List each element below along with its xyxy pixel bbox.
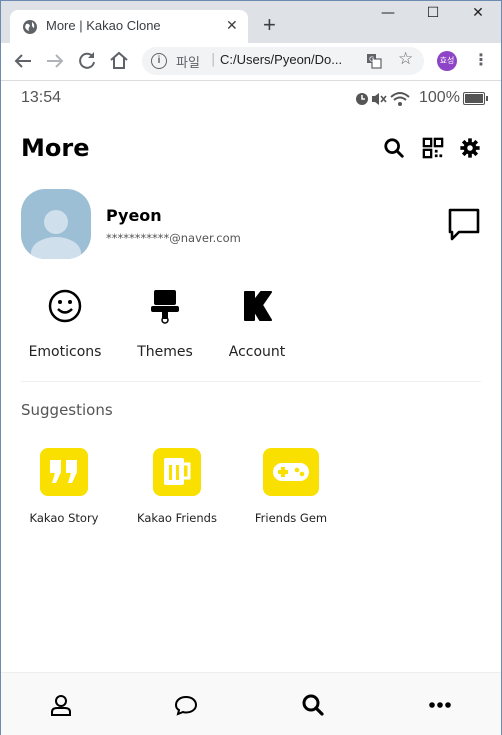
- shortcut-label: Account: [228, 344, 286, 360]
- browser-titlebar: More | Kakao Clone ✕ + — ☐ ✕: [1, 1, 501, 44]
- suggestion-label: Kakao Story: [29, 511, 99, 525]
- avatar[interactable]: [21, 189, 91, 259]
- suggestion-kakao-story[interactable]: Kakao Story: [9, 448, 119, 525]
- shortcut-label: Emoticons: [28, 344, 102, 360]
- section-divider: [21, 381, 481, 382]
- translate-icon[interactable]: G: [366, 53, 382, 69]
- search-icon[interactable]: [301, 693, 325, 717]
- maximize-button[interactable]: ☐: [418, 5, 448, 29]
- qr-code-icon[interactable]: [422, 137, 444, 159]
- user-icon[interactable]: [49, 693, 73, 717]
- mute-icon: [372, 93, 387, 105]
- address-bar[interactable]: i 파일 | C:/Users/Pyeon/Do... G ☆: [142, 47, 424, 75]
- battery-icon: [463, 92, 488, 105]
- status-time: 13:54: [21, 89, 62, 106]
- tab-close-button[interactable]: ✕: [226, 18, 238, 34]
- window-frame: [0, 0, 502, 735]
- user-email: ***********@naver.com: [106, 231, 241, 245]
- default-user-icon: [31, 210, 81, 259]
- kebab-menu-icon[interactable]: ⋮: [473, 50, 489, 69]
- chat-bubble-icon[interactable]: [447, 207, 481, 243]
- shortcut-account[interactable]: Account: [212, 288, 302, 360]
- profile-avatar-button[interactable]: 효성: [437, 51, 457, 71]
- quote-icon: [50, 460, 77, 483]
- address-scheme: 파일: [176, 56, 200, 71]
- suggestion-tile: [153, 448, 201, 496]
- home-icon[interactable]: [107, 49, 131, 73]
- address-separator: |: [211, 52, 216, 67]
- gamepad-icon: [273, 463, 309, 481]
- shortcut-emoticons[interactable]: Emoticons: [20, 288, 110, 360]
- clock-icon: [356, 93, 368, 105]
- gear-icon[interactable]: [459, 137, 481, 159]
- reload-icon[interactable]: [75, 49, 99, 73]
- chat-bubble-icon[interactable]: [174, 693, 198, 717]
- shortcut-label: Themes: [137, 344, 193, 360]
- shortcut-themes[interactable]: Themes: [120, 288, 210, 360]
- globe-icon: [23, 20, 37, 34]
- paintbrush-icon: [151, 290, 179, 324]
- tab-title: More | Kakao Clone: [46, 18, 161, 33]
- back-arrow-icon[interactable]: [11, 49, 35, 73]
- suggestion-friends-gem[interactable]: Friends Gem: [236, 448, 346, 525]
- new-tab-button[interactable]: +: [263, 14, 276, 36]
- suggestion-label: Friends Gem: [254, 511, 328, 525]
- address-url[interactable]: C:/Users/Pyeon/Do...: [220, 52, 342, 67]
- kakao-k-icon: [244, 291, 272, 321]
- suggestion-label: Kakao Friends: [137, 511, 217, 525]
- wifi-icon: [390, 92, 410, 106]
- search-icon[interactable]: [383, 137, 405, 159]
- more-dots-icon[interactable]: [428, 693, 452, 717]
- info-icon[interactable]: i: [151, 53, 167, 69]
- suggestions-title: Suggestions: [21, 401, 113, 419]
- battery-percent: 100%: [419, 89, 460, 106]
- forward-arrow-icon[interactable]: [43, 49, 67, 73]
- star-icon[interactable]: ☆: [398, 49, 413, 69]
- svg-text:G: G: [369, 56, 374, 64]
- suggestion-kakao-friends[interactable]: Kakao Friends: [122, 448, 232, 525]
- mug-icon: [164, 458, 191, 485]
- browser-tab[interactable]: More | Kakao Clone ✕: [10, 10, 248, 44]
- user-name: Pyeon: [106, 206, 162, 225]
- minimize-button[interactable]: —: [373, 5, 403, 29]
- browser-toolbar: i 파일 | C:/Users/Pyeon/Do... G ☆ 효성 ⋮: [1, 43, 501, 81]
- suggestion-tile: [263, 448, 319, 496]
- bottom-tab-bar: [1, 672, 501, 735]
- page-title: More: [21, 134, 90, 162]
- smiley-icon: [48, 289, 82, 323]
- battery-fill: [465, 94, 483, 103]
- close-window-button[interactable]: ✕: [463, 5, 493, 29]
- suggestion-tile: [40, 448, 88, 496]
- status-icons: [356, 92, 410, 106]
